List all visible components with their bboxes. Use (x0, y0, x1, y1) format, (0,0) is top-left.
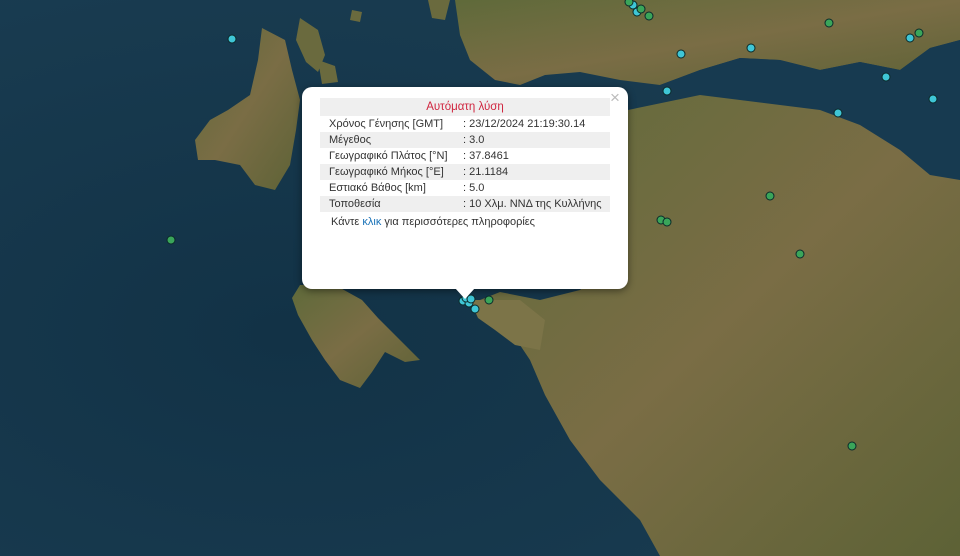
more-info-prefix: Κάντε (331, 216, 363, 228)
earthquake-marker[interactable] (484, 295, 494, 305)
earthquake-marker[interactable] (847, 441, 857, 451)
earthquake-marker[interactable] (765, 191, 775, 201)
longitude-label: Γεωγραφικό Μήκος [°E] (320, 164, 459, 180)
earthquake-marker[interactable] (470, 304, 480, 314)
more-info-suffix: για περισσότερες πληροφορίες (381, 216, 535, 228)
earthquake-marker[interactable] (795, 249, 805, 259)
depth-value: : 5.0 (463, 182, 485, 194)
origin-time-value: : 23/12/2024 21:19:30.14 (463, 118, 586, 130)
earthquake-marker[interactable] (746, 43, 756, 53)
earthquake-details-table: Αυτόματη λύση Χρόνος Γένησης [GMT] : 23/… (320, 98, 610, 212)
popup-pointer (455, 288, 475, 299)
earthquake-marker[interactable] (914, 28, 924, 38)
earthquake-marker[interactable] (928, 94, 938, 104)
location-label: Τοποθεσία (320, 196, 459, 212)
depth-label: Εστιακό Βάθος [km] (329, 182, 426, 194)
earthquake-marker[interactable] (905, 33, 915, 43)
earthquake-marker[interactable] (662, 217, 672, 227)
earthquake-marker[interactable] (881, 72, 891, 82)
earthquake-marker[interactable] (833, 108, 843, 118)
popup-title: Αυτόματη λύση (320, 98, 610, 116)
earthquake-marker[interactable] (166, 235, 176, 245)
earthquake-marker[interactable] (644, 11, 654, 21)
close-icon[interactable]: × (606, 89, 624, 107)
more-info-line: Κάντε κλικ για περισσότερες πληροφορίες (320, 212, 610, 228)
longitude-value: : 21.1184 (459, 164, 610, 180)
earthquake-info-popup: × Αυτόματη λύση Χρόνος Γένησης [GMT] : 2… (302, 87, 628, 289)
magnitude-value: : 3.0 (459, 132, 610, 148)
earthquake-marker[interactable] (676, 49, 686, 59)
location-value: : 10 Χλμ. ΝΝΔ της Κυλλήνης (459, 196, 610, 212)
earthquake-marker[interactable] (824, 18, 834, 28)
earthquake-marker[interactable] (227, 34, 237, 44)
more-info-link[interactable]: κλικ (362, 216, 381, 228)
latitude-label: Γεωγραφικό Πλάτος [°N] (329, 150, 448, 162)
latitude-value: : 37.8461 (463, 150, 509, 162)
earthquake-marker[interactable] (636, 4, 646, 14)
map-view[interactable]: × Αυτόματη λύση Χρόνος Γένησης [GMT] : 2… (0, 0, 960, 556)
earthquake-marker[interactable] (662, 86, 672, 96)
magnitude-label: Μέγεθος (320, 132, 459, 148)
origin-time-label: Χρόνος Γένησης [GMT] (329, 118, 444, 130)
